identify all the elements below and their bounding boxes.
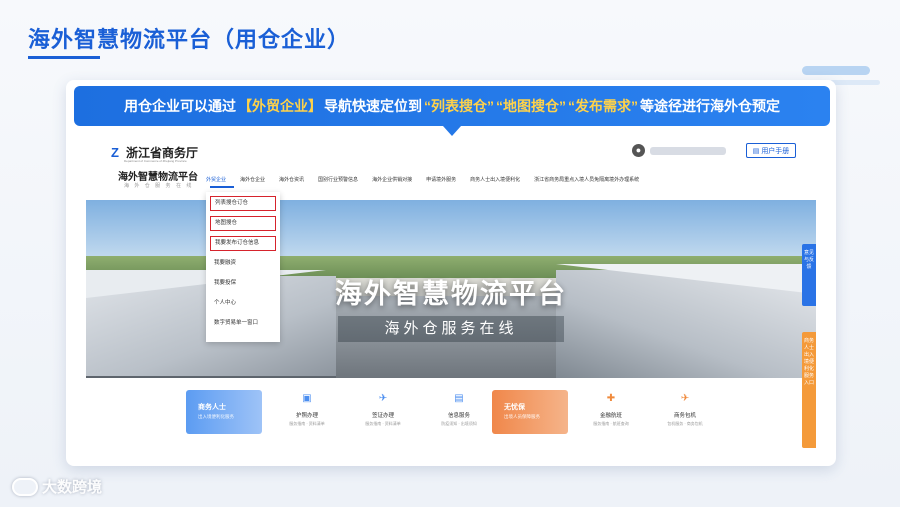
banner-sky bbox=[86, 200, 816, 260]
decorative-bar-small bbox=[830, 80, 880, 85]
foreign-trade-dropdown: 列表搜仓订仓 地图搜仓 我要发布订仓信息 我要融资 我要投保 个人中心 数字贸易… bbox=[206, 192, 280, 342]
callout-highlight-publish: “发布需求” bbox=[568, 98, 638, 114]
service-card-title: 无忧保 bbox=[504, 404, 525, 411]
info-icon: ▤ bbox=[454, 393, 464, 404]
charter-icon: ✈ bbox=[680, 393, 690, 404]
service-card-insurance[interactable]: 无忧保 出境人员保障服务 bbox=[492, 390, 568, 434]
service-note: 包机服务 · 商务包机 bbox=[667, 421, 703, 426]
dropdown-publish-request[interactable]: 我要发布订仓信息 bbox=[210, 236, 276, 251]
user-avatar-icon[interactable]: ● bbox=[632, 144, 645, 157]
watermark: 大数跨境 bbox=[12, 476, 102, 497]
dropdown-map-search[interactable]: 地图搜仓 bbox=[210, 216, 276, 231]
banner-title: 海外智慧物流平台 bbox=[335, 279, 567, 309]
callout-banner: 用仓企业可以通过 【外贸企业】 导航快速定位到 “列表搜仓” “地图搜仓” “发… bbox=[74, 86, 830, 126]
service-note: 服务指南 · 资料清单 bbox=[289, 421, 325, 426]
service-name: 商务包机 bbox=[673, 413, 696, 419]
zhejiang-logo-icon: Z bbox=[111, 144, 119, 160]
dropdown-insurance[interactable]: 我要投保 bbox=[210, 276, 276, 291]
passport-icon: ▣ bbox=[302, 393, 312, 404]
service-name: 护照办理 bbox=[295, 413, 318, 419]
service-card-title: 商务人士 bbox=[198, 404, 226, 411]
dropdown-list-search[interactable]: 列表搜仓订仓 bbox=[210, 196, 276, 211]
brand-logo-icon bbox=[12, 477, 38, 496]
service-name: 签证办理 bbox=[371, 413, 394, 419]
service-name: 金融航班 bbox=[599, 413, 622, 419]
service-note: 防疫须知 · 出境须知 bbox=[441, 421, 477, 426]
flight-icon: ✚ bbox=[606, 393, 616, 404]
service-charter[interactable]: ✈ 商务包机 包机服务 · 商务包机 bbox=[650, 392, 720, 434]
service-name: 信息服务 bbox=[447, 413, 470, 419]
gov-subtitle: Department of Commerce of Zhejiang Provi… bbox=[124, 159, 187, 163]
callout-highlight-foreign-trade: 【外贸企业】 bbox=[238, 98, 322, 114]
service-passport[interactable]: ▣ 护照办理 服务指南 · 资料清单 bbox=[272, 392, 342, 434]
service-card-desc: 出入境便利化服务 bbox=[198, 414, 234, 419]
service-card-business-people[interactable]: 商务人士 出入境便利化服务 bbox=[186, 390, 262, 434]
title-underline bbox=[28, 56, 100, 59]
callout-arrow bbox=[443, 126, 461, 136]
slide-title: 海外智慧物流平台（用仓企业） bbox=[28, 27, 351, 52]
service-visa[interactable]: ✈ 签证办理 服务指南 · 资料清单 bbox=[348, 392, 418, 434]
user-manual-label: 用户手册 bbox=[761, 147, 790, 155]
decorative-bar bbox=[802, 66, 870, 75]
hero-banner: 海外智慧物流平台 海外仓服务在线 bbox=[86, 200, 816, 378]
nav-warehouse-enterprise[interactable]: 海外仓企业 bbox=[240, 176, 279, 183]
platform-name: 海外智慧物流平台 bbox=[118, 172, 198, 183]
nav-entry-system[interactable]: 浙江省商务局重点入境人员免隔离境外办理系统 bbox=[534, 176, 653, 183]
site-header: Z 浙江省商务厅 Department of Commerce of Zheji… bbox=[86, 136, 816, 196]
callout-highlight-list-search: “列表搜仓” bbox=[424, 98, 494, 114]
services-row: 商务人士 出入境便利化服务 ▣ 护照办理 服务指南 · 资料清单 ✈ 签证办理 … bbox=[186, 390, 706, 436]
dropdown-single-window[interactable]: 数字贸易单一窗口 bbox=[210, 316, 276, 331]
watermark-text: 大数跨境 bbox=[42, 479, 103, 496]
book-icon: ▤ bbox=[752, 147, 760, 155]
callout-text-1: 用仓企业可以通过 bbox=[124, 98, 236, 114]
service-note: 服务指南 · 资料清单 bbox=[365, 421, 401, 426]
service-flights[interactable]: ✚ 金融航班 服务指南 · 航班查询 bbox=[576, 392, 646, 434]
service-card-desc: 出境人员保障服务 bbox=[504, 414, 540, 419]
callout-text-2: 导航快速定位到 bbox=[324, 98, 422, 114]
main-nav: 外贸企业 海外仓企业 海外仓资讯 国别行业预警信息 海外企业供销对接 申请境外服… bbox=[206, 176, 653, 183]
nav-active-underline bbox=[210, 186, 234, 188]
nav-supply-matching[interactable]: 海外企业供销对接 bbox=[372, 176, 426, 183]
visa-icon: ✈ bbox=[378, 393, 388, 404]
banner-subtitle: 海外仓服务在线 bbox=[338, 316, 564, 342]
service-note: 服务指南 · 航班查询 bbox=[593, 421, 629, 426]
nav-country-alerts[interactable]: 国别行业预警信息 bbox=[318, 176, 372, 183]
callout-highlight-map-search: “地图搜仓” bbox=[496, 98, 566, 114]
nav-overseas-service[interactable]: 申请境外服务 bbox=[426, 176, 470, 183]
user-manual-button[interactable]: ▤ 用户手册 bbox=[746, 143, 796, 158]
travel-service-side-tab[interactable]: 商务人士出入境便利化服务入口 bbox=[802, 332, 816, 448]
user-name-blurred[interactable] bbox=[650, 147, 726, 155]
nav-business-travel[interactable]: 商务人士出入境便利化 bbox=[470, 176, 534, 183]
embedded-website: Z 浙江省商务厅 Department of Commerce of Zheji… bbox=[86, 136, 816, 454]
service-info[interactable]: ▤ 信息服务 防疫须知 · 出境须知 bbox=[424, 392, 494, 434]
nav-foreign-trade[interactable]: 外贸企业 bbox=[206, 176, 240, 183]
dropdown-personal-center[interactable]: 个人中心 bbox=[210, 296, 276, 311]
platform-subtitle: 海 外 仓 服 务 在 线 bbox=[124, 183, 194, 189]
feedback-side-tab[interactable]: 意见与反馈 bbox=[802, 244, 816, 306]
nav-warehouse-news[interactable]: 海外仓资讯 bbox=[279, 176, 318, 183]
dropdown-financing[interactable]: 我要融资 bbox=[210, 256, 276, 271]
callout-text-3: 等途径进行海外仓预定 bbox=[640, 98, 780, 114]
